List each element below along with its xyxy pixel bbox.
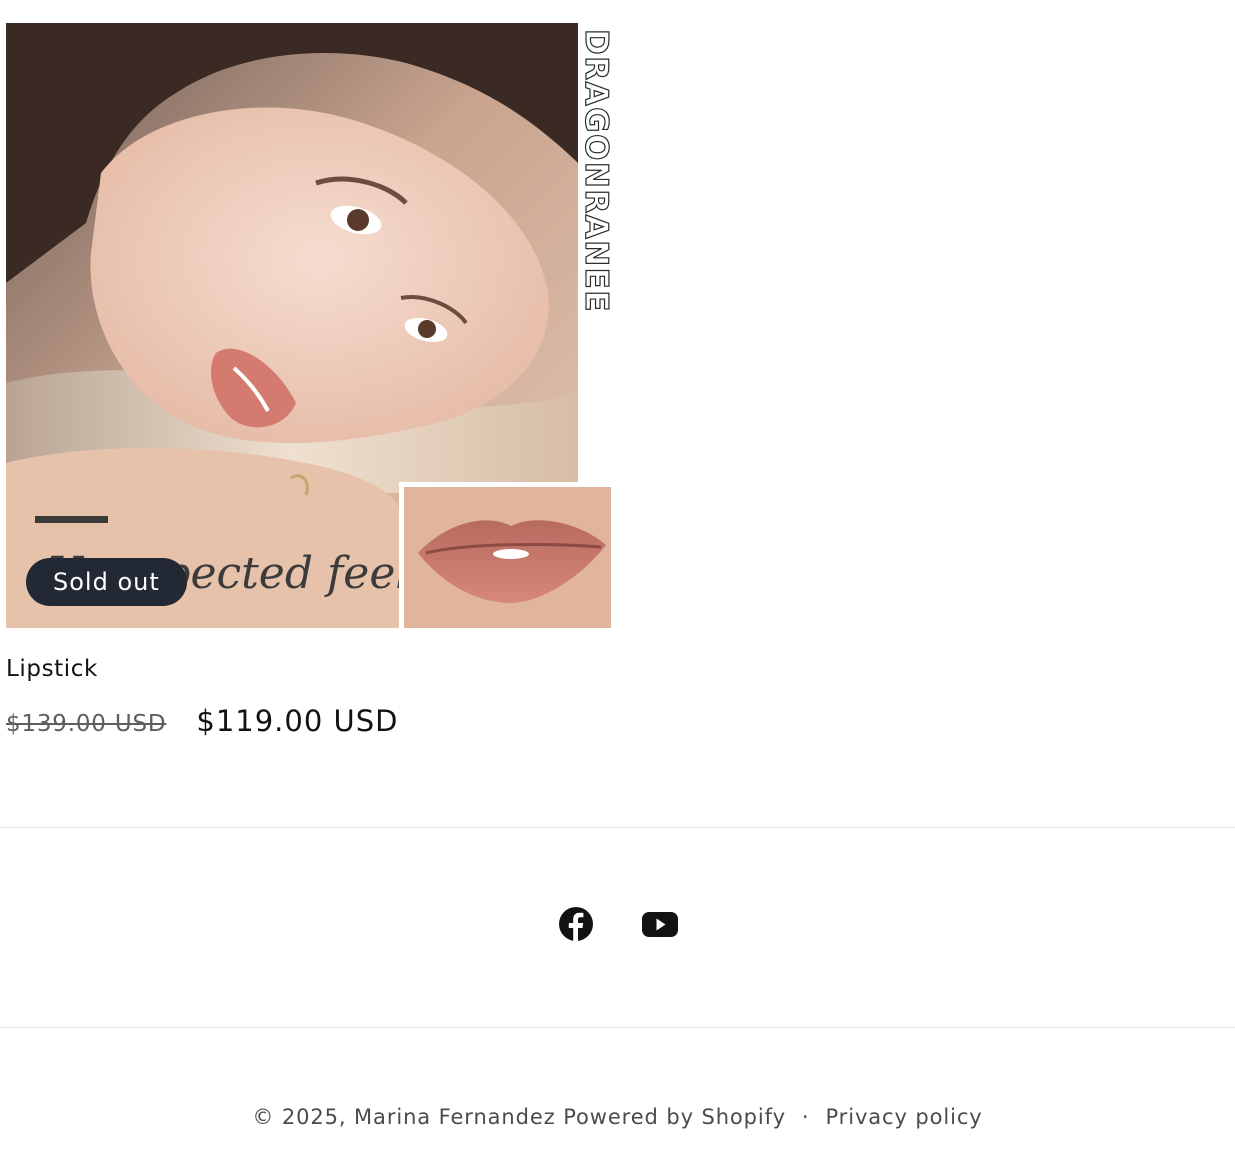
youtube-link[interactable]: [641, 905, 679, 943]
privacy-policy-link[interactable]: Privacy policy: [825, 1105, 982, 1129]
copyright-text: © 2025,: [252, 1105, 355, 1129]
brand-wordmark: DRAGONRANEE: [578, 28, 611, 313]
facebook-icon: [558, 907, 593, 942]
compare-at-price: $139.00 USD: [6, 711, 167, 737]
youtube-icon: [641, 912, 678, 937]
sale-price: $119.00 USD: [196, 704, 399, 738]
product-image[interactable]: Unexpected feeling DRAGONRANEE Sold out: [6, 23, 611, 628]
product-card[interactable]: Unexpected feeling DRAGONRANEE Sold out …: [6, 23, 611, 738]
store-name-link[interactable]: Marina Fernandez: [354, 1105, 556, 1129]
svg-text:DRAGONRANEE: DRAGONRANEE: [578, 29, 611, 313]
social-links: [0, 905, 1235, 943]
footer-copyright: © 2025, Marina Fernandez Powered by Shop…: [0, 1105, 1235, 1129]
footer-divider-bottom: [0, 1027, 1235, 1028]
facebook-link[interactable]: [557, 905, 595, 943]
product-title[interactable]: Lipstick: [6, 656, 611, 682]
price: $139.00 USD $119.00 USD: [6, 704, 611, 738]
powered-by-link[interactable]: Powered by Shopify: [563, 1105, 786, 1129]
footer-divider-top: [0, 827, 1235, 828]
product-photo: Unexpected feeling: [6, 23, 611, 628]
footer-separator: ·: [801, 1105, 810, 1129]
sold-out-badge: Sold out: [26, 558, 187, 606]
